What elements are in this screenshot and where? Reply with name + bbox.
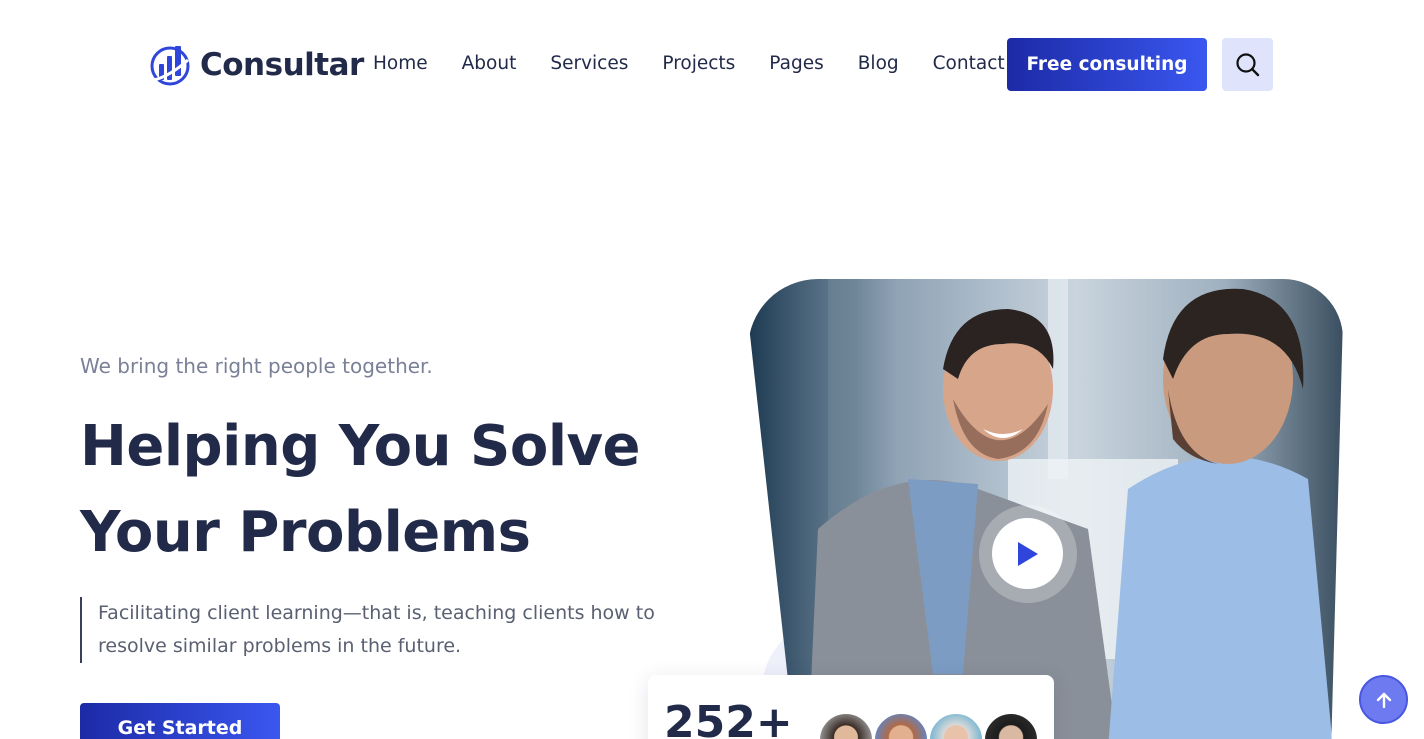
bar-chart-logo-icon xyxy=(150,46,190,86)
brand-name: Consultar xyxy=(200,47,364,83)
nav-about[interactable]: About xyxy=(462,50,517,78)
play-video-button[interactable] xyxy=(992,518,1063,589)
nav-services[interactable]: Services xyxy=(550,50,628,78)
search-icon xyxy=(1235,52,1259,76)
main-nav: Home About Services Projects Pages Blog … xyxy=(373,50,1039,78)
avatar xyxy=(983,712,1039,739)
stats-card: 252+ xyxy=(648,675,1054,739)
site-header: Consultar Home About Services Projects P… xyxy=(0,0,1424,130)
hero-description: Facilitating client learning—that is, te… xyxy=(80,597,720,663)
scroll-to-top-button[interactable] xyxy=(1359,675,1408,724)
avatar xyxy=(928,712,984,739)
hero-title-line-2: Your Problems xyxy=(80,500,531,565)
avatar-group xyxy=(818,712,1039,739)
brand-logo[interactable]: Consultar xyxy=(150,44,364,86)
search-button[interactable] xyxy=(1222,38,1273,91)
get-started-button[interactable]: Get Started xyxy=(80,703,280,739)
nav-pages[interactable]: Pages xyxy=(769,50,823,78)
arrow-up-icon xyxy=(1376,692,1391,708)
client-count: 252+ xyxy=(664,697,793,739)
avatar xyxy=(818,712,874,739)
avatar xyxy=(873,712,929,739)
hero-title-line-1: Helping You Solve xyxy=(80,414,641,479)
hero-title: Helping You Solve Your Problems xyxy=(80,404,641,576)
nav-blog[interactable]: Blog xyxy=(858,50,899,78)
hero-tagline: We bring the right people together. xyxy=(80,354,433,378)
play-icon xyxy=(1017,541,1038,566)
free-consulting-button[interactable]: Free consulting xyxy=(1007,38,1207,91)
nav-home[interactable]: Home xyxy=(373,50,428,78)
nav-projects[interactable]: Projects xyxy=(662,50,735,78)
nav-contact[interactable]: Contact xyxy=(933,50,1005,78)
